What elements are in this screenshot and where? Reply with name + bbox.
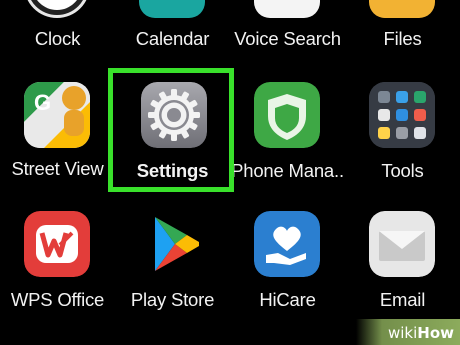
email-icon xyxy=(369,211,435,277)
app-wps-office[interactable]: WPS Office xyxy=(0,205,115,315)
wikihow-watermark: wikiHow xyxy=(356,319,460,345)
svg-text:G: G xyxy=(34,90,51,115)
app-label: Phone Mana.. xyxy=(231,160,344,181)
app-phone-manager[interactable]: Phone Mana.. xyxy=(230,78,345,188)
tools-folder-icon xyxy=(369,82,435,148)
app-files[interactable]: Files xyxy=(345,0,460,55)
app-hicare[interactable]: HiCare xyxy=(230,205,345,315)
app-voice-search[interactable]: Voice Search xyxy=(230,0,345,55)
watermark-part1: wiki xyxy=(387,324,418,342)
street-view-icon: G xyxy=(24,82,90,148)
app-label: Clock xyxy=(34,28,81,49)
app-email[interactable]: Email xyxy=(345,205,460,315)
app-label: Street View xyxy=(11,158,104,179)
app-label: Voice Search xyxy=(234,28,341,49)
app-street-view[interactable]: G Street View xyxy=(0,78,115,188)
app-tools[interactable]: Tools xyxy=(345,78,460,188)
app-label: Email xyxy=(379,289,426,310)
phone-manager-icon xyxy=(254,82,320,148)
watermark-part2: How xyxy=(417,324,454,342)
voice-search-icon xyxy=(254,0,320,18)
app-label: WPS Office xyxy=(10,289,105,310)
app-play-store[interactable]: Play Store xyxy=(115,205,230,315)
app-label: Calendar xyxy=(135,28,210,49)
play-store-icon xyxy=(141,211,207,277)
watermark-text: wikiHow xyxy=(388,324,454,342)
files-icon xyxy=(369,0,435,18)
app-label: Files xyxy=(383,28,422,49)
hicare-icon xyxy=(254,211,320,277)
app-label: Tools xyxy=(381,160,424,181)
app-calendar[interactable]: Calendar xyxy=(115,0,230,55)
app-clock[interactable]: Clock xyxy=(0,0,115,55)
app-label: Play Store xyxy=(130,289,215,310)
selection-highlight xyxy=(108,68,234,192)
calendar-icon xyxy=(139,0,205,18)
wps-office-icon xyxy=(24,211,90,277)
clock-icon xyxy=(24,0,90,18)
app-label: HiCare xyxy=(259,289,316,310)
